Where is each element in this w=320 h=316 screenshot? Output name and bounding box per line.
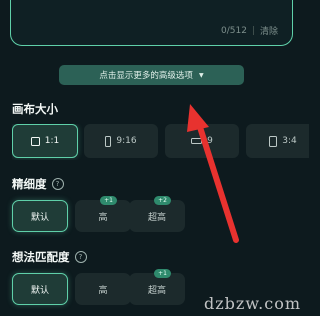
annotation-arrow-icon bbox=[187, 104, 239, 243]
watermark-text: dzbzw.com bbox=[204, 294, 301, 313]
arrow-head bbox=[187, 104, 209, 132]
arrow-shaft bbox=[196, 121, 239, 243]
